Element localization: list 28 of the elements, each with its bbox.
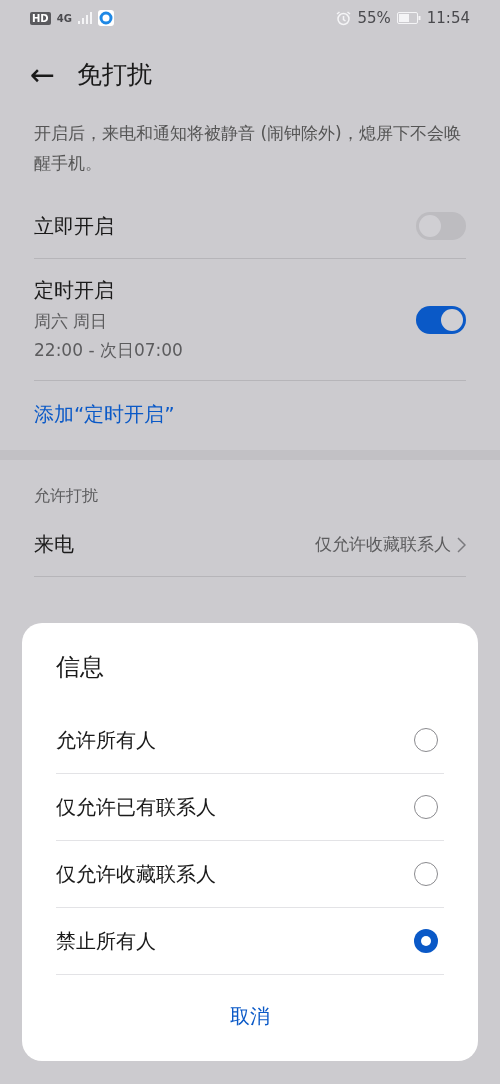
toggle-switch[interactable]: [416, 305, 466, 334]
page-title: 免打扰: [77, 58, 153, 91]
setting-label: 立即开启: [34, 212, 115, 240]
option-item[interactable]: 仅允许已有联系人: [56, 774, 444, 841]
dialog-title: 信息: [56, 652, 105, 683]
schedule-detail: 22:00 - 次日07:00: [34, 339, 184, 362]
battery-percent: 55%: [357, 9, 391, 27]
option-item[interactable]: 禁止所有人: [56, 908, 444, 975]
back-button[interactable]: ←: [30, 56, 56, 92]
description-text: 开启后，来电和通知将被静音 (闹钟除外)，熄屏下不会唤醒手机。: [33, 122, 462, 175]
app-icon: [97, 10, 114, 26]
radio-button[interactable]: [414, 929, 438, 953]
setting-label: 定时开启: [34, 277, 115, 304]
signal-icon: [77, 12, 92, 24]
clock-time: 11:54: [426, 9, 470, 27]
add-schedule-link[interactable]: 添加“定时开启”: [34, 381, 175, 450]
cancel-button[interactable]: 取消: [218, 997, 282, 1036]
option-item[interactable]: 允许所有人: [56, 707, 444, 774]
schedule-detail: 周六 周日: [34, 310, 109, 333]
setting-value: 仅允许收藏联系人: [315, 533, 451, 556]
hd-label: HD: [30, 11, 51, 25]
option-item[interactable]: 仅允许收藏联系人: [56, 841, 444, 908]
battery-icon: [396, 12, 421, 24]
chevron-icon: [457, 536, 466, 553]
setting-label: 来电: [34, 531, 75, 558]
alarm-icon: [336, 10, 352, 26]
network-label: 4G: [56, 12, 72, 24]
section-title: 允许打扰: [33, 485, 99, 507]
